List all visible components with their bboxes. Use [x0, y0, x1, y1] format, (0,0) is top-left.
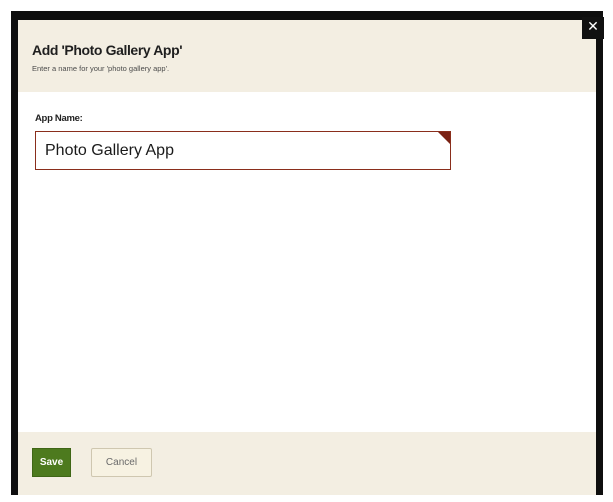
dialog-header: Add 'Photo Gallery App' Enter a name for…: [18, 20, 596, 92]
close-icon: ✕: [587, 19, 599, 35]
app-name-input[interactable]: [35, 131, 451, 170]
dialog-title: Add 'Photo Gallery App': [32, 42, 183, 58]
dialog-subtitle: Enter a name for your 'photo gallery app…: [32, 64, 170, 73]
cancel-button[interactable]: Cancel: [91, 448, 152, 477]
close-button[interactable]: ✕: [582, 17, 604, 39]
save-button[interactable]: Save: [32, 448, 71, 477]
add-app-dialog: Add 'Photo Gallery App' Enter a name for…: [11, 11, 603, 495]
app-name-label: App Name:: [35, 113, 83, 124]
screen: Add 'Photo Gallery App' Enter a name for…: [0, 0, 613, 502]
